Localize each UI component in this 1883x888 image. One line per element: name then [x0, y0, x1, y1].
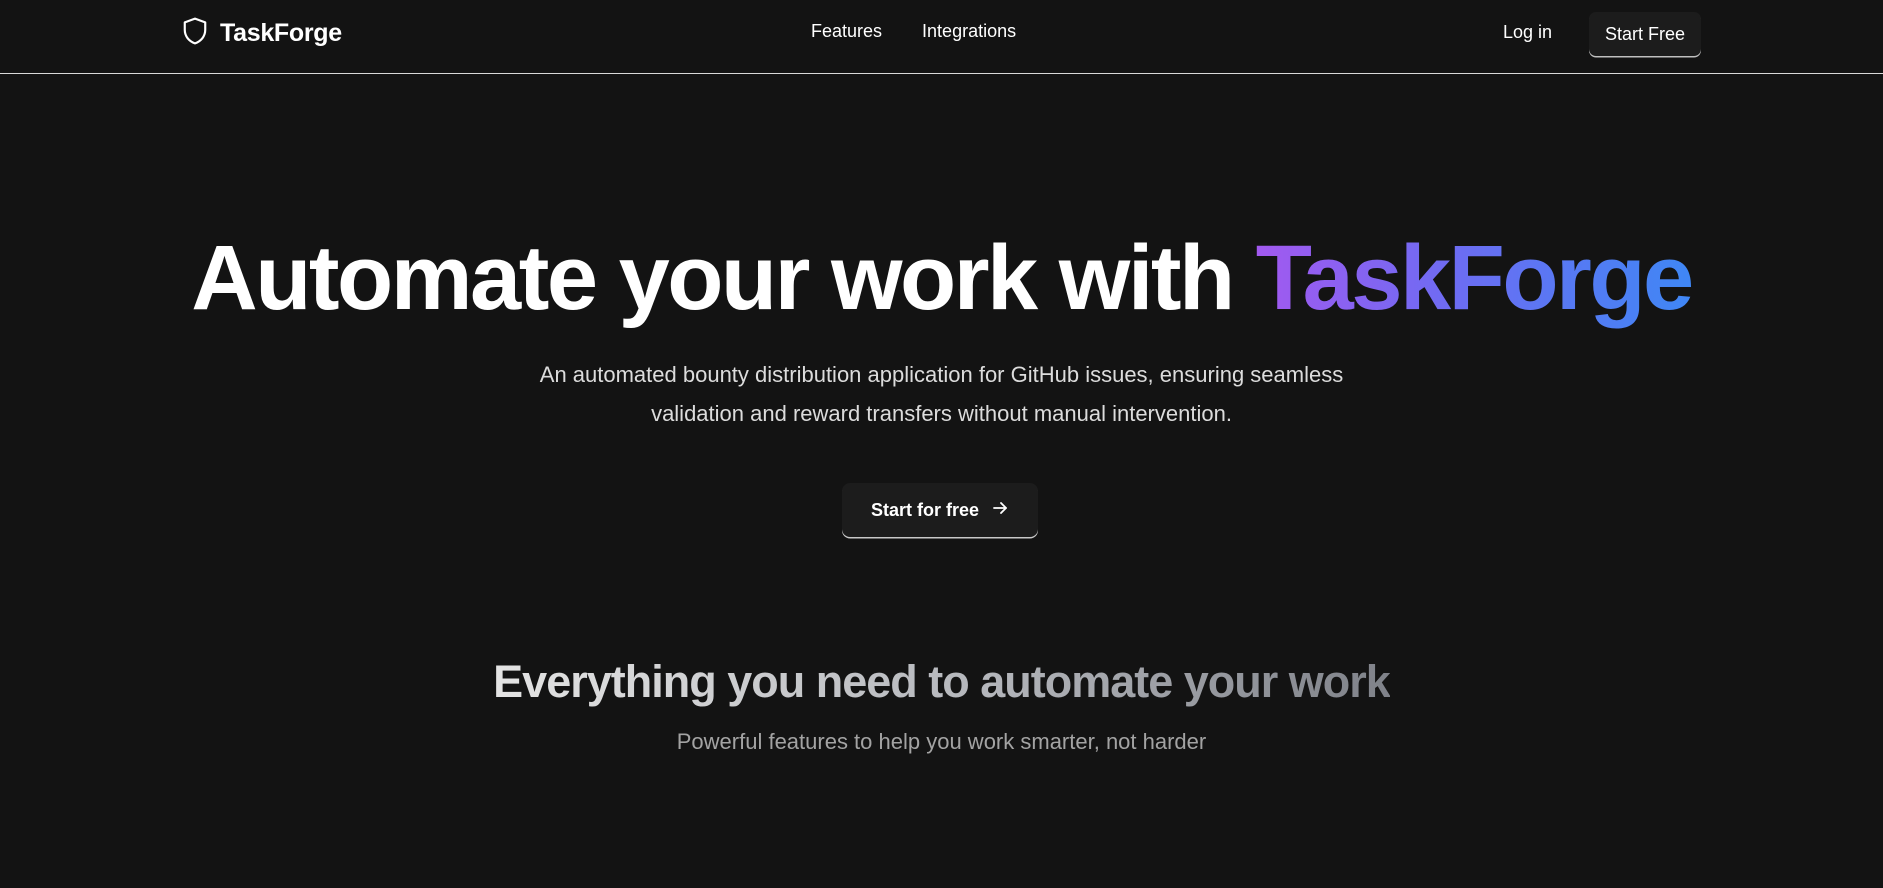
- main-nav: Features Integrations: [811, 21, 1016, 42]
- features-section-title: Everything you need to automate your wor…: [493, 656, 1391, 707]
- start-for-free-button[interactable]: Start for free: [842, 483, 1038, 537]
- brand-name: TaskForge: [220, 18, 342, 47]
- hero-subtitle: An automated bounty distribution applica…: [539, 362, 1344, 426]
- nav-link-features[interactable]: Features: [811, 21, 882, 42]
- start-free-button[interactable]: Start Free: [1589, 12, 1701, 56]
- hero-title-prefix: Automate your work with: [191, 227, 1256, 329]
- hero-title-highlight: TaskForge: [1255, 227, 1694, 329]
- shield-icon: [182, 17, 208, 50]
- arrow-right-icon: [991, 499, 1009, 522]
- features-section-subtitle: Powerful features to help you work smart…: [676, 729, 1207, 754]
- top-navbar: TaskForge Features Integrations Log in S…: [0, 0, 1883, 74]
- nav-link-integrations[interactable]: Integrations: [922, 21, 1016, 42]
- hero-title: Automate your work with TaskForge: [0, 226, 1883, 330]
- brand-logo-link[interactable]: TaskForge: [182, 17, 342, 49]
- cta-label: Start for free: [870, 499, 980, 520]
- login-link[interactable]: Log in: [1503, 22, 1552, 43]
